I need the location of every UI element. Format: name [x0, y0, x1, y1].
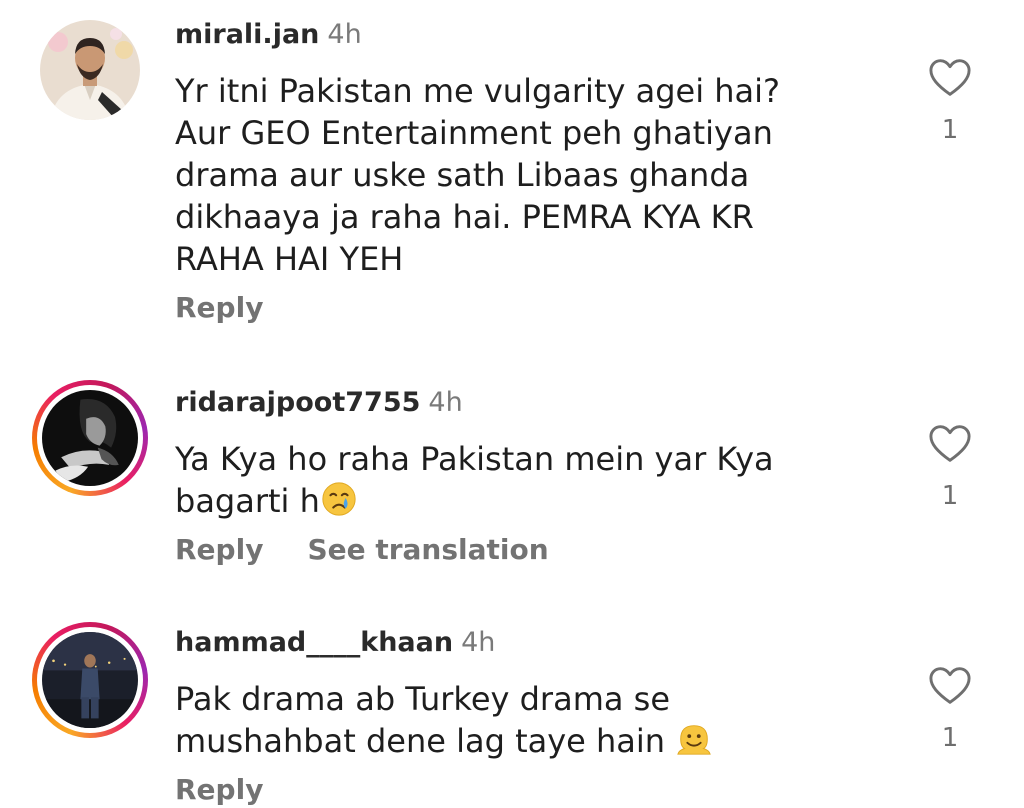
avatar: [42, 390, 138, 486]
crying-face-icon: [320, 480, 358, 518]
reply-button[interactable]: Reply: [175, 533, 263, 566]
avatar-with-story-ring[interactable]: [32, 622, 148, 738]
avatar: [42, 632, 138, 728]
comment-header: mirali.jan 4h: [175, 18, 362, 52]
comment-header: ridarajpoot7755 4h: [175, 386, 463, 420]
avatar-photo: [42, 632, 138, 728]
username[interactable]: hammad____khaan: [175, 627, 453, 658]
comment-item: mirali.jan 4h Yr itni Pakistan me vulgari…: [0, 0, 1024, 360]
comment-text: Yr itni Pakistan me vulgarity agei hai? …: [175, 72, 781, 278]
comment-text-body: Pak drama ab Turkey drama se mushahbat d…: [175, 680, 676, 760]
like-control: 1: [924, 58, 976, 146]
reply-button[interactable]: Reply: [175, 291, 263, 324]
like-control: 1: [924, 424, 976, 512]
like-count: 1: [941, 481, 959, 511]
heart-outline-icon[interactable]: [928, 424, 972, 464]
comment-text: Pak drama ab Turkey drama se mushahbat d…: [175, 678, 835, 762]
comment-actions: Reply: [175, 772, 263, 808]
timestamp: 4h: [428, 387, 463, 418]
username[interactable]: mirali.jan: [175, 19, 319, 50]
comment-actions: Reply: [175, 290, 263, 326]
comment-item: hammad____khaan 4h Pak drama ab Turkey dr…: [0, 612, 1024, 806]
like-count: 1: [941, 115, 959, 145]
see-translation-button[interactable]: See translation: [307, 533, 548, 566]
avatar[interactable]: [40, 20, 140, 120]
comment-item: ridarajpoot7755 4h Ya Kya ho raha Pakista…: [0, 370, 1024, 600]
username[interactable]: ridarajpoot7755: [175, 387, 420, 418]
heart-outline-icon[interactable]: [928, 58, 972, 98]
timestamp: 4h: [461, 627, 496, 658]
comment-text: Ya Kya ho raha Pakistan mein yar Kya bag…: [175, 438, 835, 522]
timestamp: 4h: [327, 19, 362, 50]
reply-button[interactable]: Reply: [175, 773, 263, 806]
avatar-photo: [42, 390, 138, 486]
avatar-photo: [40, 20, 140, 120]
like-control: 1: [924, 666, 976, 754]
comment-text-body: Ya Kya ho raha Pakistan mein yar Kya bag…: [175, 440, 774, 520]
heart-outline-icon[interactable]: [928, 666, 972, 706]
comment-header: hammad____khaan 4h: [175, 626, 495, 660]
melting-face-icon: [675, 720, 713, 758]
comment-actions: Reply See translation: [175, 532, 549, 568]
avatar-with-story-ring[interactable]: [32, 380, 148, 496]
like-count: 1: [941, 723, 959, 753]
